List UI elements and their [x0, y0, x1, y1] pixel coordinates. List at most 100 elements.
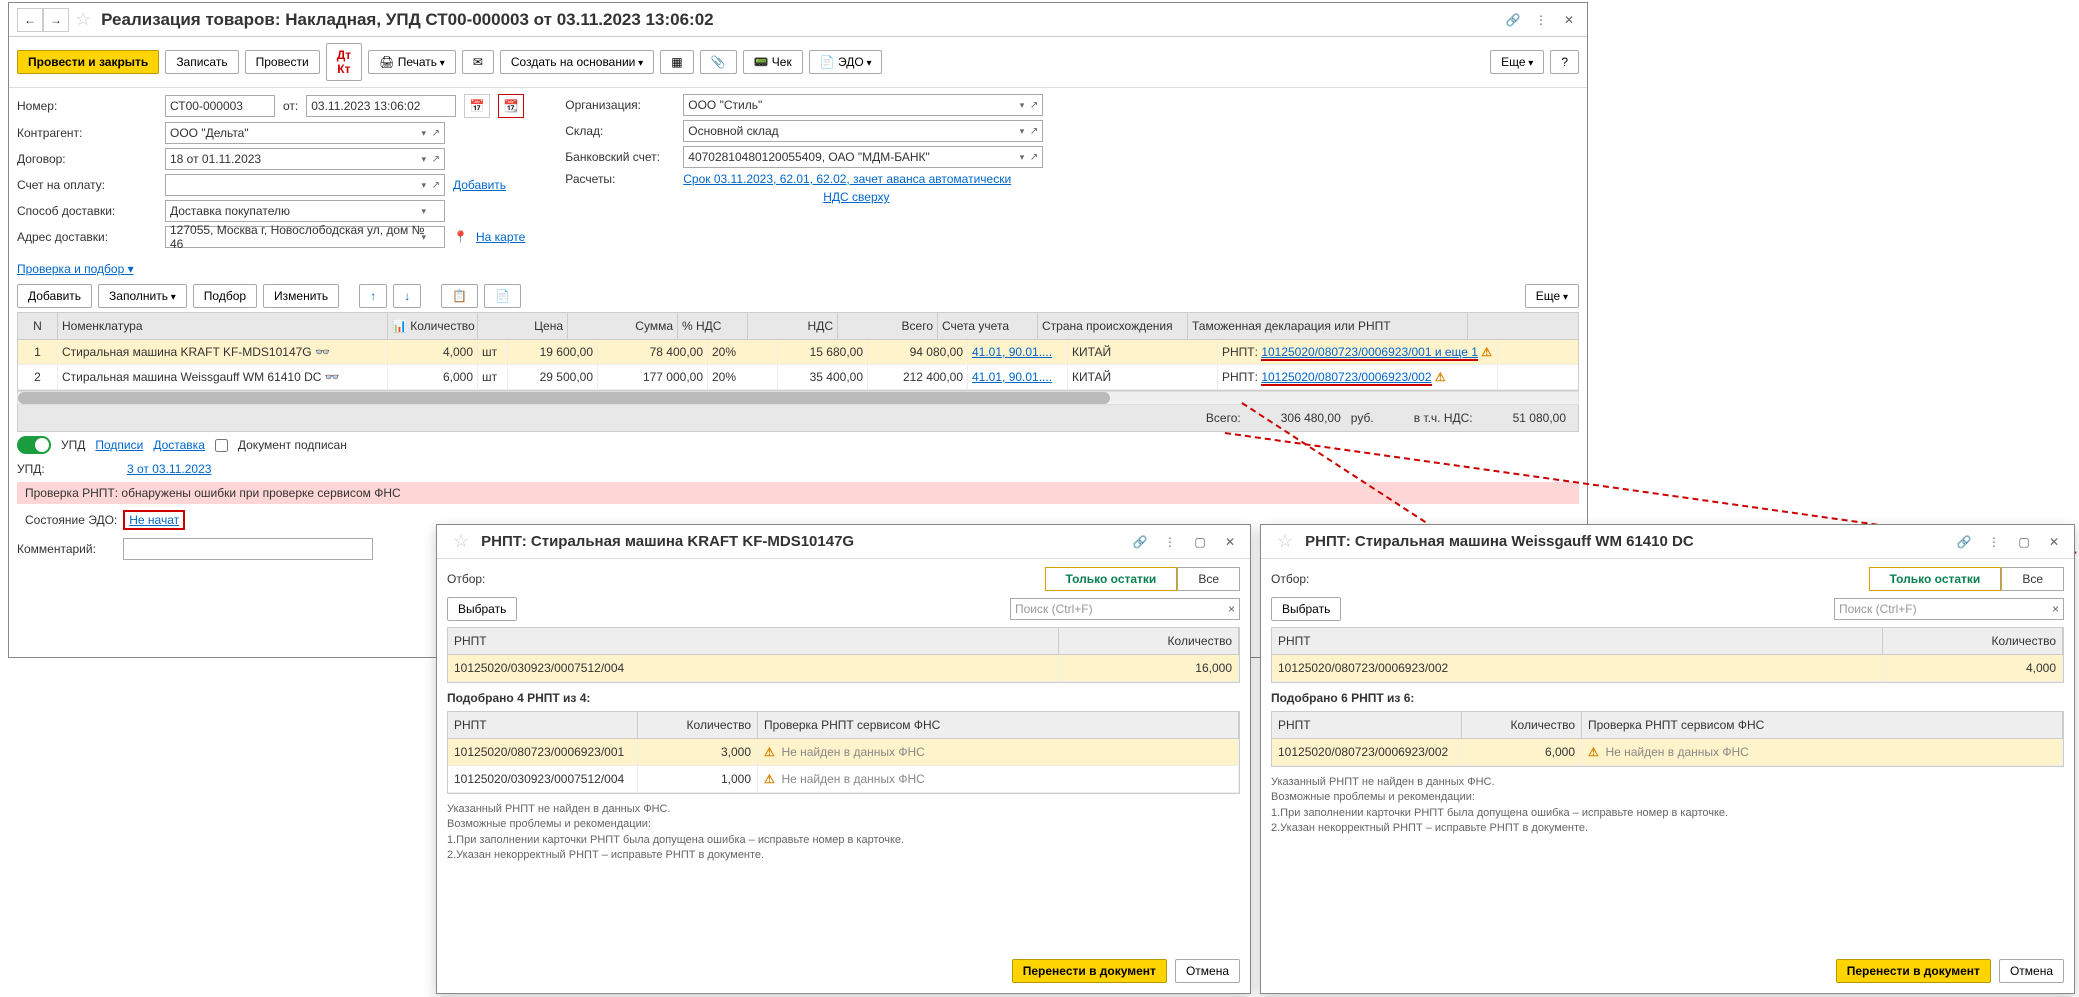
- col-n[interactable]: N: [18, 313, 58, 339]
- acct-link[interactable]: 41.01, 90.01....: [972, 345, 1052, 359]
- payacct-field[interactable]: [165, 174, 445, 196]
- attach-button[interactable]: 📎: [700, 50, 737, 74]
- col-nom[interactable]: Номенклатура: [58, 313, 388, 339]
- close-icon[interactable]: ✕: [1220, 532, 1240, 552]
- write-button[interactable]: Записать: [165, 50, 238, 74]
- clear-search-icon[interactable]: ×: [2052, 602, 2059, 616]
- favorite-star-icon[interactable]: ☆: [1277, 531, 1293, 552]
- comment-field[interactable]: [123, 538, 373, 560]
- close-icon[interactable]: ✕: [2044, 532, 2064, 552]
- doc-signed-checkbox[interactable]: [215, 439, 228, 452]
- col-rnpt[interactable]: РНПТ: [448, 712, 638, 738]
- transfer-button[interactable]: Перенести в документ: [1836, 959, 1991, 983]
- move-down-button[interactable]: ↓: [393, 284, 421, 308]
- acct-link[interactable]: 41.01, 90.01....: [972, 370, 1052, 384]
- post-close-button[interactable]: Провести и закрыть: [17, 50, 159, 74]
- search-input[interactable]: Поиск (Ctrl+F)×: [1834, 598, 2064, 620]
- vat-link[interactable]: НДС сверху: [823, 190, 889, 204]
- all-tab[interactable]: Все: [2001, 567, 2064, 591]
- maximize-icon[interactable]: ▢: [2014, 532, 2034, 552]
- col-qty[interactable]: Количество: [638, 712, 758, 738]
- transfer-button[interactable]: Перенести в документ: [1012, 959, 1167, 983]
- paste-button[interactable]: 📄: [484, 284, 521, 308]
- date-field[interactable]: 03.11.2023 13:06:02: [306, 95, 456, 117]
- upd-toggle[interactable]: [17, 436, 51, 454]
- col-check[interactable]: Проверка РНПТ сервисом ФНС: [1582, 712, 2063, 738]
- warehouse-field[interactable]: Основной склад: [683, 120, 1043, 142]
- change-button[interactable]: Изменить: [263, 284, 339, 308]
- list-item[interactable]: 10125020/030923/0007512/004 16,000: [448, 655, 1239, 682]
- print-button[interactable]: 🖨 Печать: [368, 50, 456, 74]
- back-button[interactable]: ←: [17, 8, 43, 32]
- forward-button[interactable]: →: [43, 8, 69, 32]
- edo-state-link[interactable]: Не начат: [129, 513, 179, 527]
- more-icon[interactable]: ⋮: [1160, 532, 1180, 552]
- select-button[interactable]: Выбрать: [447, 597, 517, 621]
- only-remains-tab[interactable]: Только остатки: [1869, 567, 2002, 591]
- col-price[interactable]: Цена: [478, 313, 568, 339]
- check-pickup-link[interactable]: Проверка и подбор ▾: [17, 262, 134, 276]
- decl-link[interactable]: 10125020/080723/0006923/002: [1261, 370, 1431, 386]
- post-button[interactable]: Провести: [245, 50, 320, 74]
- signatures-link[interactable]: Подписи: [95, 438, 143, 452]
- list-item[interactable]: 10125020/080723/0006923/002 4,000: [1272, 655, 2063, 682]
- calendar-special-icon[interactable]: 📆: [498, 94, 524, 118]
- select-button[interactable]: Выбрать: [1271, 597, 1341, 621]
- col-sum[interactable]: Сумма: [568, 313, 678, 339]
- col-rnpt[interactable]: РНПТ: [1272, 628, 1883, 654]
- search-input[interactable]: Поиск (Ctrl+F)×: [1010, 598, 1240, 620]
- org-field[interactable]: ООО "Стиль": [683, 94, 1043, 116]
- delivery-field[interactable]: Доставка покупателю: [165, 200, 445, 222]
- link-icon[interactable]: 🔗: [1954, 532, 1974, 552]
- table-row[interactable]: 2 Стиральная машина Weissgauff WM 61410 …: [18, 365, 1578, 390]
- col-vatp[interactable]: % НДС: [678, 313, 748, 339]
- all-tab[interactable]: Все: [1177, 567, 1240, 591]
- help-button[interactable]: ?: [1550, 50, 1579, 74]
- fill-button[interactable]: Заполнить: [98, 284, 187, 308]
- list-item[interactable]: 10125020/080723/0006923/002 6,000 ⚠ Не н…: [1272, 739, 2063, 766]
- decl-link[interactable]: 10125020/080723/0006923/001 и еще 1: [1261, 345, 1478, 361]
- list-item[interactable]: 10125020/080723/0006923/001 3,000 ⚠ Не н…: [448, 739, 1239, 766]
- pick-button[interactable]: Подбор: [193, 284, 257, 308]
- hscrollbar[interactable]: [17, 391, 1579, 405]
- calc-link[interactable]: Срок 03.11.2023, 62.01, 62.02, зачет ава…: [683, 172, 1011, 186]
- maximize-icon[interactable]: ▢: [1190, 532, 1210, 552]
- mail-button[interactable]: ✉: [462, 50, 494, 74]
- col-rnpt[interactable]: РНПТ: [1272, 712, 1462, 738]
- address-field[interactable]: 127055, Москва г, Новослободская ул, дом…: [165, 226, 445, 248]
- col-check[interactable]: Проверка РНПТ сервисом ФНС: [758, 712, 1239, 738]
- more-button[interactable]: Еще: [1490, 50, 1544, 74]
- calendar-icon[interactable]: 📅: [464, 94, 490, 118]
- dtkt-button[interactable]: ДтКт: [326, 43, 362, 81]
- bank-field[interactable]: 40702810480120055409, ОАО "МДМ-БАНК": [683, 146, 1043, 168]
- map-link[interactable]: На карте: [476, 230, 525, 244]
- contract-field[interactable]: 18 от 01.11.2023: [165, 148, 445, 170]
- col-qty[interactable]: Количество: [1883, 628, 2063, 654]
- only-remains-tab[interactable]: Только остатки: [1045, 567, 1178, 591]
- col-vat[interactable]: НДС: [748, 313, 838, 339]
- link-icon[interactable]: 🔗: [1503, 10, 1523, 30]
- add-row-button[interactable]: Добавить: [17, 284, 92, 308]
- number-field[interactable]: СТ00-000003: [165, 95, 275, 117]
- table-more-button[interactable]: Еще: [1525, 284, 1579, 308]
- table-row[interactable]: 1 Стиральная машина KRAFT KF-MDS10147G 👓…: [18, 340, 1578, 365]
- edo-button[interactable]: 📄 ЭДО: [809, 50, 883, 74]
- move-up-button[interactable]: ↑: [359, 284, 387, 308]
- more-icon[interactable]: ⋮: [1531, 10, 1551, 30]
- close-icon[interactable]: ✕: [1559, 10, 1579, 30]
- add-link[interactable]: Добавить: [453, 178, 506, 192]
- col-qty[interactable]: 📊 Количество: [388, 313, 478, 339]
- col-qty[interactable]: Количество: [1462, 712, 1582, 738]
- favorite-star-icon[interactable]: ☆: [75, 9, 91, 30]
- contragent-field[interactable]: ООО "Дельта": [165, 122, 445, 144]
- cheque-button[interactable]: 📟 Чек: [743, 50, 803, 74]
- col-decl[interactable]: Таможенная декларация или РНПТ: [1188, 313, 1468, 339]
- col-rnpt[interactable]: РНПТ: [448, 628, 1059, 654]
- col-country[interactable]: Страна происхождения: [1038, 313, 1188, 339]
- favorite-star-icon[interactable]: ☆: [453, 531, 469, 552]
- form-icon-button[interactable]: ▦: [660, 50, 693, 74]
- cancel-button[interactable]: Отмена: [1175, 959, 1240, 983]
- copy-button[interactable]: 📋: [441, 284, 478, 308]
- more-icon[interactable]: ⋮: [1984, 532, 2004, 552]
- col-acct[interactable]: Счета учета: [938, 313, 1038, 339]
